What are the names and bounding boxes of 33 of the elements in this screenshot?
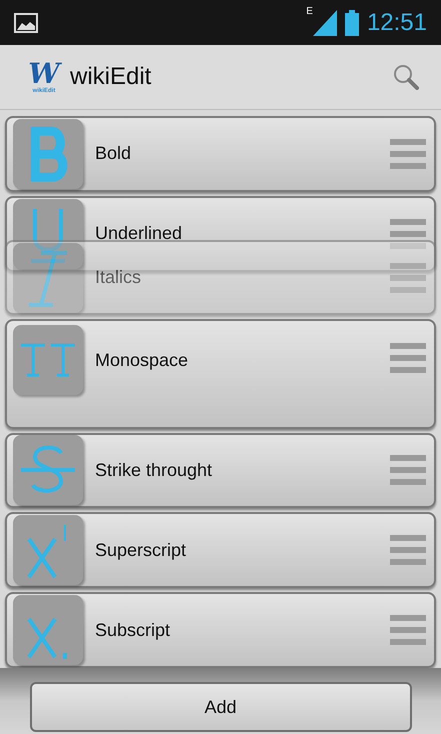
list-item[interactable]: Superscript — [5, 512, 436, 588]
drag-handle-icon[interactable] — [390, 218, 426, 249]
drag-handle-icon[interactable] — [390, 535, 426, 566]
drag-handle-icon[interactable] — [390, 615, 426, 646]
subscript-format-icon — [13, 595, 83, 666]
image-icon — [14, 12, 38, 32]
search-icon[interactable] — [393, 64, 419, 90]
list-item[interactable]: Bold — [5, 116, 436, 192]
bold-format-icon — [13, 118, 83, 189]
list-item[interactable]: Italics — [5, 240, 436, 316]
italic-format-icon — [13, 242, 83, 313]
list-item[interactable]: Subscript — [5, 592, 436, 668]
signal-icon — [312, 10, 337, 36]
drag-handle-icon[interactable] — [390, 138, 426, 169]
strikethrough-format-icon — [13, 435, 83, 506]
list-item[interactable]: Monospace — [5, 319, 436, 429]
app-title: wikiEdit — [70, 62, 152, 92]
underline-format-icon — [13, 198, 83, 269]
item-label: Bold — [95, 142, 132, 166]
item-label: Strike throught — [95, 458, 214, 482]
clock: 12:51 — [366, 8, 427, 38]
superscript-format-icon — [13, 515, 83, 586]
list-item[interactable]: Strike throught — [5, 432, 436, 508]
drag-handle-icon[interactable] — [390, 262, 426, 293]
item-label: Superscript — [95, 538, 188, 562]
monospace-format-icon — [13, 325, 83, 396]
item-label: Monospace — [95, 349, 190, 372]
battery-icon — [344, 10, 359, 36]
network-type: E — [306, 5, 313, 19]
drag-handle-icon[interactable] — [390, 343, 426, 374]
drag-handle-icon[interactable] — [390, 455, 426, 486]
item-label: Subscript — [95, 618, 172, 642]
add-button[interactable]: Add — [30, 682, 412, 732]
